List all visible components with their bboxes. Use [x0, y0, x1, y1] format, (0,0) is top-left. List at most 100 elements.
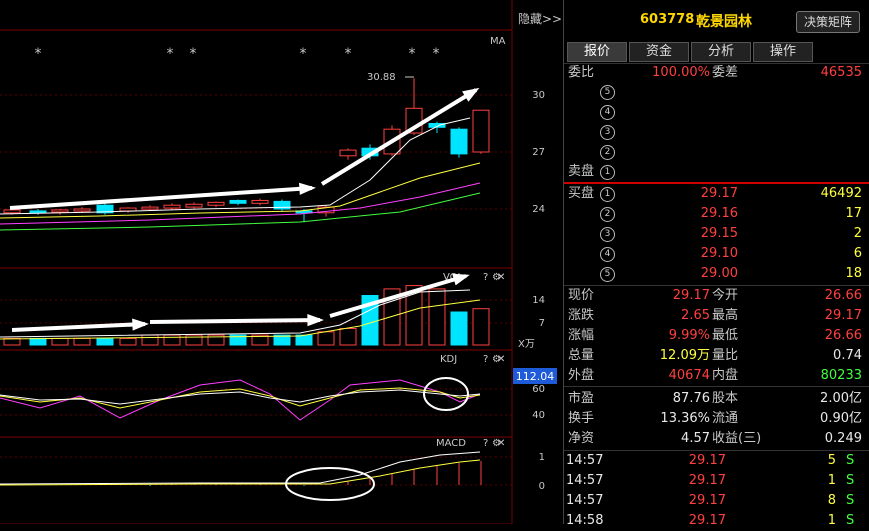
- volume-bar: [339, 328, 357, 346]
- stat-value: 87.76: [672, 391, 710, 406]
- buy-volume: 17: [845, 206, 862, 221]
- stat-row: 涨幅 9.99% 最低 26.66: [564, 326, 869, 346]
- tick-row[interactable]: 14:57 29.17 5 S: [564, 451, 869, 471]
- candle-up: [185, 203, 203, 208]
- stock-code: 603778: [640, 12, 695, 27]
- tick-volume: 8: [827, 493, 836, 508]
- tick-row[interactable]: 14:57 29.17 1 S: [564, 471, 869, 491]
- level-number-badge: 4: [600, 247, 615, 262]
- tick-time: 14:57: [566, 473, 604, 488]
- stat-row: 现价 29.17 今开 26.66: [564, 286, 869, 306]
- vol-tick-label: 7: [539, 318, 545, 329]
- stat-row: 外盘 40674 内盘 80233: [564, 366, 869, 386]
- weibi-label: 委比: [568, 65, 595, 80]
- sell-level-label: 卖盘: [568, 164, 595, 179]
- volume-bar: [119, 337, 137, 346]
- star-marker: *: [35, 46, 42, 62]
- chart-background: [0, 0, 563, 524]
- buy-level-row: 2 29.16 17: [564, 204, 869, 224]
- tick-price: 29.17: [688, 513, 726, 528]
- quote-tabs: 报价 资金 分析 操作: [567, 42, 815, 62]
- candle-down: [29, 210, 47, 214]
- price-tick-label: 27: [532, 147, 545, 158]
- stat-value: 0.249: [824, 431, 862, 446]
- sell-level-row: 5: [564, 82, 869, 102]
- buy-level-row: 买盘 1 29.17 46492: [564, 184, 869, 204]
- kline-chart-svg[interactable]: 302724MA* * * * * * *30.88VOL ⚙? ✕147X万KDJ ⚙? ✕112…: [0, 0, 563, 524]
- stat-value: 40674: [668, 368, 710, 383]
- stat-value: 2.65: [681, 308, 710, 323]
- buy-volume: 2: [853, 226, 862, 241]
- candle-up: [339, 149, 357, 157]
- help-icon: ?: [483, 272, 488, 283]
- stat-value: 2.00亿: [820, 391, 862, 406]
- volume-bar: [29, 337, 47, 346]
- star-marker: *: [433, 46, 440, 62]
- tick-time: 14:57: [566, 493, 604, 508]
- divider: [564, 386, 869, 387]
- tick-side: S: [846, 473, 855, 488]
- buy-price: 29.00: [700, 266, 738, 281]
- stat-label: 现价: [568, 288, 595, 303]
- tick-row[interactable]: 14:58 29.17 1 S: [564, 511, 869, 531]
- trend-arrow: [149, 318, 321, 324]
- price-tick-label: 30: [532, 90, 545, 101]
- tab-funds[interactable]: 资金: [629, 42, 689, 62]
- stat-row: 市盈 87.76 股本 2.00亿: [564, 389, 869, 409]
- tab-quote[interactable]: 报价: [567, 42, 627, 62]
- star-marker: *: [167, 46, 174, 62]
- tab-operation[interactable]: 操作: [753, 42, 813, 62]
- tick-price: 29.17: [688, 453, 726, 468]
- buy-price: 29.10: [700, 246, 738, 261]
- stat-row: 总量 12.09万 量比 0.74: [564, 346, 869, 366]
- sell-level-row: 3: [564, 122, 869, 142]
- level-number-badge: 3: [600, 227, 615, 242]
- volume-bar: [73, 337, 91, 346]
- volume-bar: [472, 308, 490, 346]
- volume-bar: [51, 337, 69, 346]
- candle-up: [73, 208, 91, 212]
- buy-price: 29.15: [700, 226, 738, 241]
- stat-value: 0.90亿: [820, 411, 862, 426]
- buy-level-row: 4 29.10 6: [564, 244, 869, 264]
- kdj-tick-label: 40: [532, 410, 545, 421]
- candle-up: [141, 206, 159, 210]
- buy-level-row: 5 29.00 18: [564, 264, 869, 284]
- stat-label: 量比: [712, 348, 739, 363]
- kdj-tick-label: 60: [532, 384, 545, 395]
- tick-row[interactable]: 14:57 29.17 8 S: [564, 491, 869, 511]
- stat-value: 9.99%: [668, 328, 710, 343]
- volume-bar: [428, 288, 446, 346]
- buy-volume: 46492: [820, 186, 862, 201]
- tick-time: 14:58: [566, 513, 604, 528]
- level-number-badge: 5: [600, 85, 615, 100]
- stat-label: 股本: [712, 391, 739, 406]
- kline-chart-area[interactable]: 30 27 24 MA * * * * * * * 30.88 VOL ⚙? ✕ 14 7 X万 KDJ ⚙? ✕ 112…: [0, 0, 563, 524]
- close-icon: ✕: [497, 272, 505, 283]
- quote-panel: 603778 乾景园林 决策矩阵 报价 资金 分析 操作 委比 100.00% …: [563, 0, 869, 528]
- star-marker: *: [409, 46, 416, 62]
- high-price-label: 30.88: [367, 72, 396, 83]
- volume-bar: [450, 311, 468, 346]
- volume-bar: [96, 337, 114, 346]
- tick-side: S: [846, 453, 855, 468]
- stat-label: 外盘: [568, 368, 595, 383]
- buy-price: 29.16: [700, 206, 738, 221]
- weibi-value: 100.00%: [652, 65, 710, 80]
- candle-up: [51, 209, 69, 213]
- strategy-matrix-button[interactable]: 决策矩阵: [796, 11, 860, 33]
- volume-bar: [141, 334, 159, 346]
- stat-label: 涨幅: [568, 328, 595, 343]
- level-number-badge: 1: [600, 187, 615, 202]
- candle-up: [3, 209, 21, 214]
- tick-volume: 1: [827, 473, 836, 488]
- stock-name: 乾景园林: [696, 14, 752, 30]
- hide-panel-toggle[interactable]: 隐藏>>: [518, 10, 562, 27]
- tick-side: S: [846, 493, 855, 508]
- close-icon: ✕: [497, 438, 505, 449]
- level-number-badge: 2: [600, 145, 615, 160]
- buy-level-label: 买盘: [568, 186, 595, 201]
- candle-up: [119, 207, 137, 212]
- stat-label: 最低: [712, 328, 739, 343]
- tab-analysis[interactable]: 分析: [691, 42, 751, 62]
